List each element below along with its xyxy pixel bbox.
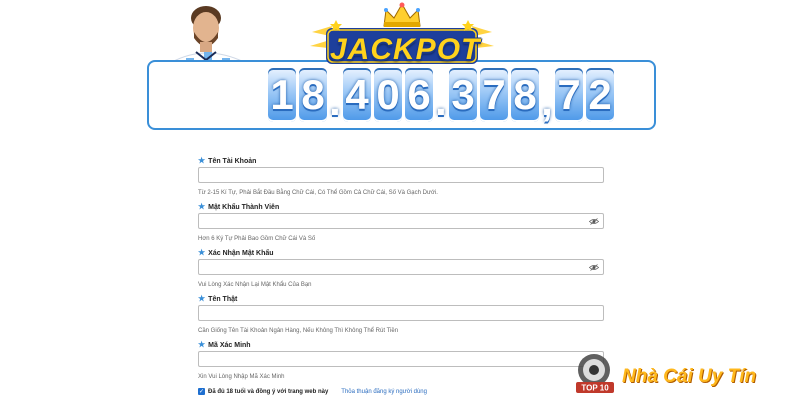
jackpot-digit: 1 (268, 68, 296, 122)
agreement-row: ✓ Đã đủ 18 tuổi và đồng ý với trang web … (198, 388, 427, 395)
jackpot-title: JACKPOT (330, 33, 481, 66)
field-hint: Vui Lòng Xác Nhận Lại Mật Khẩu Của Bạn (198, 282, 312, 288)
agree-text: Đã đủ 18 tuổi và đồng ý với trang web nà… (208, 388, 329, 395)
jackpot-digit: 8 (299, 68, 327, 122)
field-input[interactable] (199, 263, 603, 278)
jackpot-digit: 7 (555, 68, 583, 122)
field-hint: Xin Vui Lòng Nhập Mã Xác Minh (198, 374, 285, 380)
crown-icon (383, 2, 421, 27)
terms-link[interactable]: Thỏa thuận đăng ký người dùng (341, 389, 427, 395)
eye-slash-icon[interactable] (589, 217, 599, 226)
registration-form: ★ Tên Tài Khoản Từ 2-15 Kí Tự, Phải Bắt Đầ… (198, 155, 608, 385)
field-input-box (198, 259, 604, 278)
jackpot-amount: 18.406.378,72 (268, 68, 614, 122)
field-label-text: Tên Tài Khoản (208, 157, 257, 165)
field-input[interactable] (199, 217, 603, 232)
field-label: ★ Tên Tài Khoản (198, 155, 608, 167)
star-icon: ★ (198, 156, 206, 165)
field-label-text: Xác Nhận Mật Khẩu (208, 249, 274, 257)
field-label-text: Tên Thật (208, 295, 238, 303)
agree-checkbox[interactable]: ✓ (198, 388, 205, 395)
field-input-box (198, 351, 604, 370)
star-icon: ★ (198, 202, 206, 211)
field-hint: Cần Giống Tên Tài Khoản Ngân Hàng, Nếu K… (198, 328, 399, 334)
field-label: ★ Mật Khẩu Thành Viên (198, 201, 608, 213)
form-field: ★ Mã Xác Minh Xin Vui Lòng Nhập Mã Xác Min… (198, 339, 608, 385)
star-icon: ★ (198, 340, 206, 349)
field-input[interactable] (199, 355, 603, 370)
field-input-box (198, 305, 604, 324)
jackpot-separator: . (329, 77, 341, 124)
watermark-text: Nhà Cái Uy Tín (622, 366, 757, 387)
jackpot-separator: . (435, 77, 447, 124)
star-icon: ★ (198, 248, 206, 257)
field-input-box (198, 167, 604, 186)
form-field: ★ Tên Tài Khoản Từ 2-15 Kí Tự, Phải Bắt Đầ… (198, 155, 608, 201)
field-hint: Hơn 6 Ký Tự Phải Bao Gồm Chữ Cái Và Số (198, 236, 316, 242)
star-icon: ★ (198, 294, 206, 303)
field-label: ★ Tên Thật (198, 293, 608, 305)
field-label: ★ Xác Nhận Mật Khẩu (198, 247, 608, 259)
jackpot-digit: 7 (480, 68, 508, 122)
jackpot-digit: 0 (374, 68, 402, 122)
jackpot-digit: 8 (511, 68, 539, 122)
field-label-text: Mã Xác Minh (208, 341, 251, 349)
form-field: ★ Xác Nhận Mật Khẩu Vui Lòng Xác Nhận Lại … (198, 247, 608, 293)
field-hint: Từ 2-15 Kí Tự, Phải Bắt Đầu Bằng Chữ Cái… (198, 190, 438, 196)
field-label-text: Mật Khẩu Thành Viên (208, 203, 280, 211)
form-field: ★ Mật Khẩu Thành Viên Hơn 6 Ký Tự Phải Bao… (198, 201, 608, 247)
field-label: ★ Mã Xác Minh (198, 339, 608, 351)
field-input[interactable] (199, 171, 603, 186)
jackpot-digit: 4 (343, 68, 371, 122)
field-input-box (198, 213, 604, 232)
jackpot-digit: 2 (586, 68, 614, 122)
jackpot-digit: 3 (449, 68, 477, 122)
eye-slash-icon[interactable] (589, 263, 599, 272)
watermark-badge-text: TOP 10 (581, 384, 609, 393)
jackpot-digit: 6 (405, 68, 433, 122)
form-field: ★ Tên Thật Cần Giống Tên Tài Khoản Ngân Hà… (198, 293, 608, 339)
jackpot-separator: , (541, 77, 553, 124)
field-input[interactable] (199, 309, 603, 324)
